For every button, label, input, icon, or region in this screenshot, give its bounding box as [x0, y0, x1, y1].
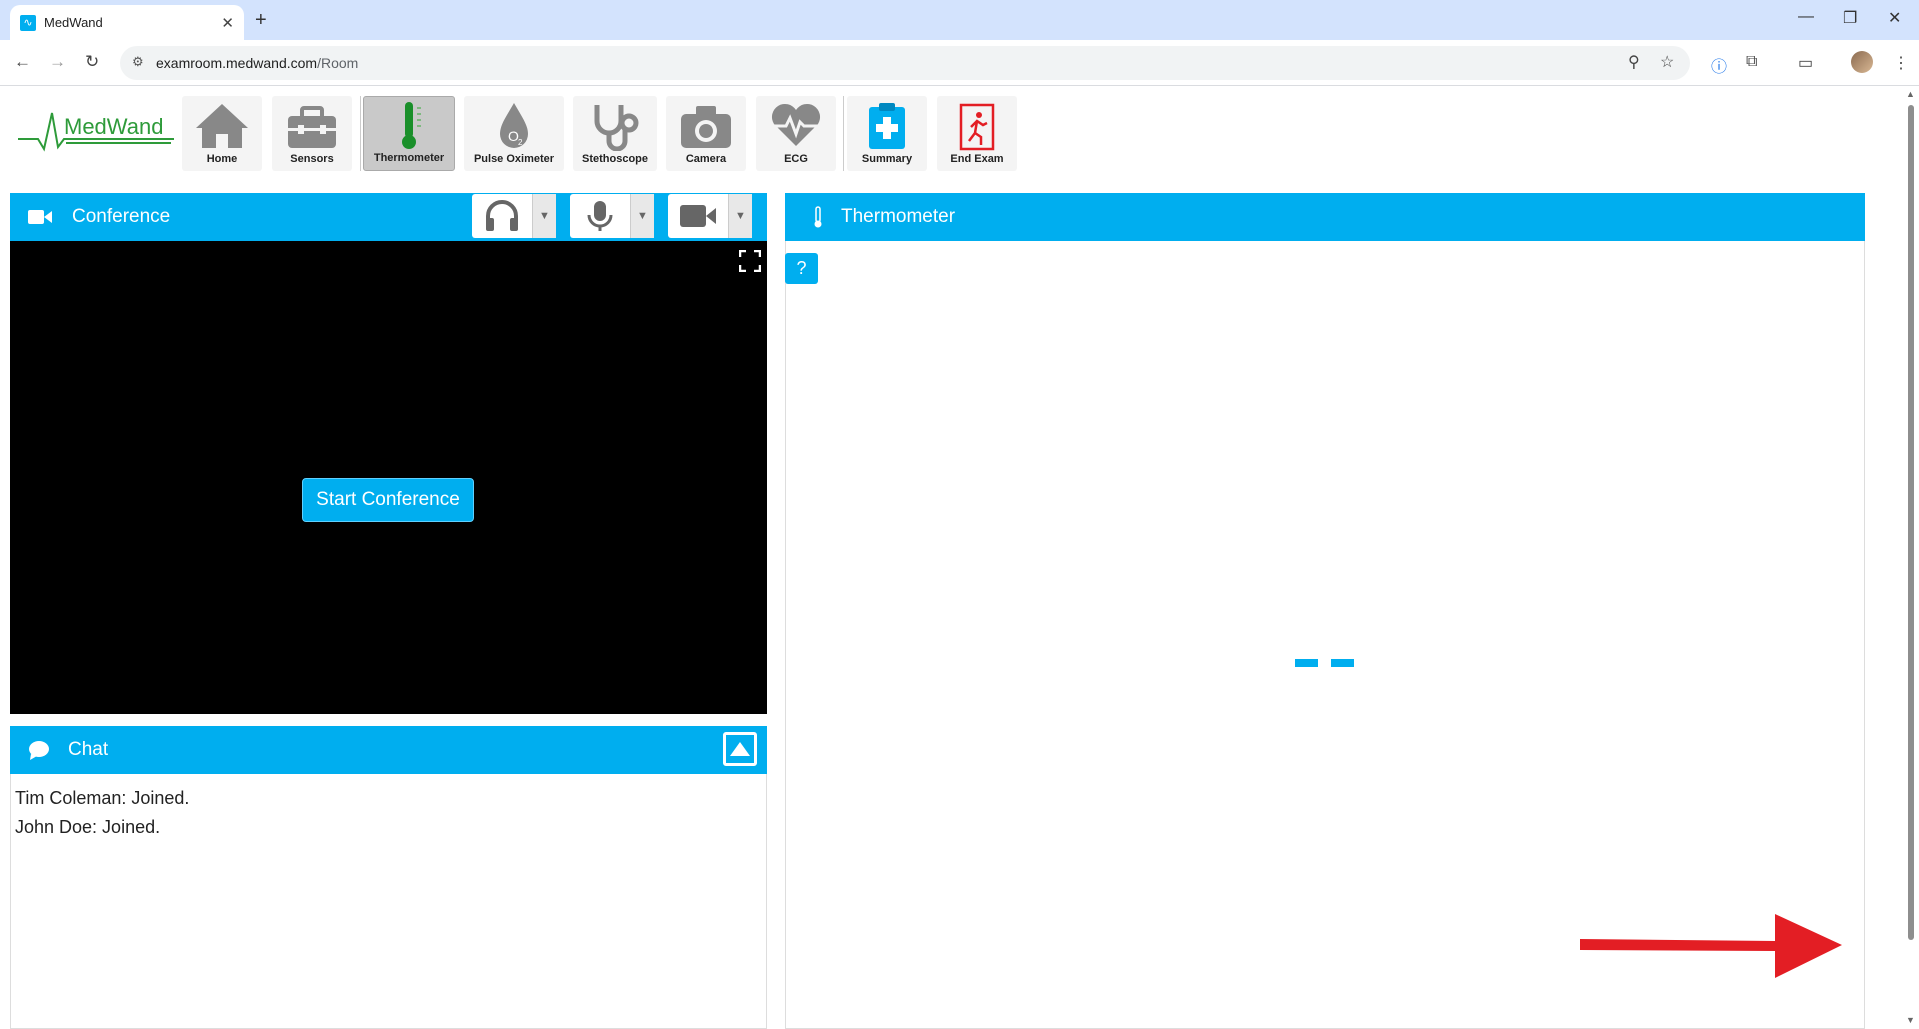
close-window-icon[interactable]: ✕ [1888, 8, 1901, 28]
chat-messages: Tim Coleman: Joined. John Doe: Joined. [10, 774, 767, 1029]
nav-ecg-button[interactable]: ECG [756, 96, 836, 171]
camera-icon [678, 101, 734, 151]
app-header: MedWand Home Sensors Thermometer O2 Puls… [0, 87, 1900, 177]
nav-label: Stethoscope [581, 153, 648, 165]
minimize-icon[interactable]: — [1798, 8, 1814, 26]
nav-camera-button[interactable]: Camera [666, 96, 746, 171]
scroll-up-icon[interactable]: ▲ [1906, 89, 1915, 99]
home-icon [194, 101, 250, 151]
medwand-logo: MedWand [18, 112, 174, 152]
password-manager-icon[interactable]: ⓘ [1711, 53, 1727, 77]
nav-end-exam-button[interactable]: End Exam [937, 96, 1017, 171]
o2-drop-icon: O2 [486, 101, 542, 151]
scroll-down-icon[interactable]: ▼ [1906, 1015, 1915, 1025]
logo-text: MedWand [64, 114, 163, 139]
stethoscope-icon [587, 101, 643, 151]
reading-placeholder-dash [1295, 659, 1318, 667]
page-scrollbar[interactable]: ▲ ▼ [1903, 87, 1919, 1029]
site-info-icon[interactable]: ⚙ [132, 54, 144, 70]
nav-thermometer-button[interactable]: Thermometer [363, 96, 455, 171]
help-button[interactable]: ? [785, 253, 818, 284]
browser-toolbar: ← → ↻ ⚙ examroom.medwand.com/Room ⚲ ☆ ⓘ … [0, 40, 1919, 86]
nav-label: ECG [784, 153, 808, 165]
profile-avatar[interactable] [1851, 51, 1873, 73]
thermometer-header: Thermometer [785, 193, 1865, 241]
nav-label: Camera [685, 153, 727, 165]
url-host: examroom.medwand.com [156, 55, 318, 71]
url-path: /Room [317, 55, 359, 71]
nav-stethoscope-button[interactable]: Stethoscope [573, 96, 657, 171]
thermometer-title: Thermometer [841, 206, 956, 227]
speaker-dropdown-icon[interactable]: ▼ [532, 194, 556, 238]
chat-collapse-button[interactable] [723, 732, 757, 766]
headphones-icon[interactable] [472, 194, 532, 238]
tab-search-icon[interactable]: ▭ [1798, 53, 1813, 73]
forward-icon[interactable]: → [49, 52, 66, 72]
toolbox-icon [284, 101, 340, 151]
tab-title: MedWand [44, 15, 103, 30]
conference-video-area: Start Conference [10, 241, 767, 714]
nav-pulse-oximeter-button[interactable]: O2 Pulse Oximeter [464, 96, 564, 171]
nav-home-button[interactable]: Home [182, 96, 262, 171]
exit-icon [949, 101, 1005, 151]
nav-label: Sensors [290, 153, 334, 165]
nav-label: Home [206, 153, 238, 165]
start-conference-button[interactable]: Start Conference [302, 478, 474, 522]
nav-label: Thermometer [373, 152, 445, 164]
chevron-up-icon [730, 742, 750, 756]
restore-icon[interactable]: ❐ [1843, 8, 1857, 28]
camera-dropdown-icon[interactable]: ▼ [728, 194, 752, 238]
video-camera-icon [28, 210, 52, 224]
bookmark-star-icon[interactable]: ☆ [1660, 52, 1674, 72]
new-tab-icon[interactable]: + [255, 9, 267, 32]
zoom-icon[interactable]: ⚲ [1628, 52, 1640, 72]
reload-icon[interactable]: ↻ [85, 52, 99, 72]
reading-placeholder-dash [1331, 659, 1354, 667]
red-arrow-annotation [1580, 914, 1842, 978]
fullscreen-icon[interactable] [739, 250, 761, 272]
chat-header: Chat [10, 726, 767, 774]
conference-title: Conference [72, 206, 171, 227]
nav-summary-button[interactable]: Summary [847, 96, 927, 171]
extensions-icon[interactable]: ⧉ [1746, 53, 1757, 71]
microphone-select[interactable]: ▼ [570, 194, 654, 238]
address-bar[interactable]: ⚙ examroom.medwand.com/Room ⚲ ☆ [120, 46, 1690, 80]
nav-sensors-button[interactable]: Sensors [272, 96, 352, 171]
close-tab-icon[interactable]: ✕ [221, 14, 234, 32]
chat-bubble-icon [29, 741, 49, 760]
thermometer-small-icon [814, 206, 822, 228]
nav-divider [360, 96, 361, 171]
nav-label: End Exam [950, 153, 1004, 165]
menu-kebab-icon[interactable]: ⋮ [1893, 53, 1909, 73]
nav-divider [843, 96, 844, 171]
camera-select[interactable]: ▼ [668, 194, 752, 238]
chat-message: John Doe: Joined. [15, 817, 161, 837]
nav-label: Pulse Oximeter [473, 153, 555, 165]
medwand-favicon-icon: ∿ [20, 14, 36, 31]
nav-label: Summary [861, 153, 913, 165]
heart-pulse-icon [768, 101, 824, 151]
speaker-select[interactable]: ▼ [472, 194, 556, 238]
browser-tab-strip: ∿ MedWand ✕ + — ❐ ✕ [0, 0, 1919, 40]
back-icon[interactable]: ← [14, 52, 31, 72]
microphone-dropdown-icon[interactable]: ▼ [630, 194, 654, 238]
clipboard-plus-icon [859, 101, 915, 151]
thermometer-icon [381, 100, 437, 150]
chat-title: Chat [68, 739, 109, 760]
svg-text:2: 2 [518, 138, 523, 147]
browser-tab[interactable]: ∿ MedWand ✕ [10, 5, 244, 40]
chat-message: Tim Coleman: Joined. [15, 788, 190, 808]
video-icon[interactable] [668, 194, 728, 238]
microphone-icon[interactable] [570, 194, 630, 238]
scrollbar-thumb[interactable] [1908, 105, 1914, 940]
